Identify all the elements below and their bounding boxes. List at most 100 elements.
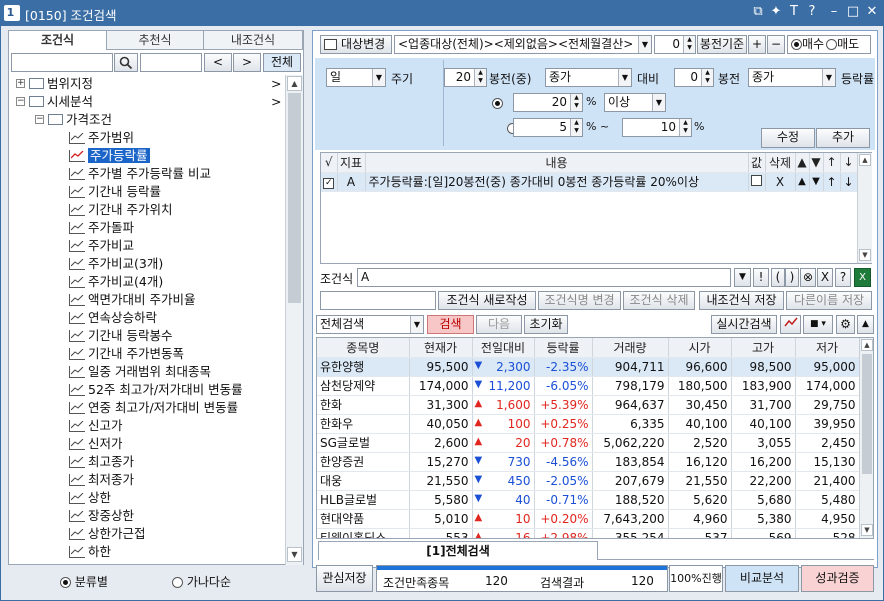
condition-combo[interactable]: 이상 ▼ bbox=[604, 93, 666, 112]
result-scrollbar[interactable]: ▲ ▼ bbox=[859, 338, 873, 538]
filter-input[interactable] bbox=[11, 53, 113, 72]
chevron-down-icon[interactable]: ▼ bbox=[822, 69, 835, 86]
chevron-down-icon[interactable]: ▼ bbox=[618, 69, 631, 86]
result-row[interactable]: 한화우 40,050 ▲ 100 +0.25% 6,335 40,100 40,100 39,9… bbox=[317, 414, 860, 434]
search-button[interactable]: 검색 bbox=[427, 315, 474, 334]
chart-icon[interactable] bbox=[780, 315, 801, 334]
tab-recommended[interactable]: 추천식 bbox=[107, 31, 204, 50]
tree-item[interactable]: 신고가 bbox=[69, 417, 123, 435]
field2-combo[interactable]: 종가 ▼ bbox=[748, 68, 836, 87]
minus-button[interactable]: − bbox=[767, 35, 785, 54]
xor-button[interactable]: ⊗ bbox=[800, 268, 816, 287]
stock-name[interactable]: 한화 bbox=[317, 395, 410, 415]
tree-item[interactable]: 기간내 등락률 bbox=[69, 183, 161, 201]
tree-item[interactable]: 상한가근접 bbox=[69, 525, 146, 543]
value-checkbox[interactable] bbox=[748, 172, 766, 192]
radio-category-icon[interactable] bbox=[60, 577, 71, 588]
condition-checkbox[interactable]: ✓ bbox=[321, 172, 338, 192]
stock-name[interactable]: 대웅 bbox=[317, 471, 410, 491]
performance-verify-button[interactable]: 성과검증 bbox=[801, 565, 874, 592]
stock-name[interactable]: 현대약품 bbox=[317, 509, 410, 529]
scroll-thumb[interactable] bbox=[862, 354, 872, 474]
rename-condition-button[interactable]: 조건식명 변경 bbox=[538, 291, 621, 310]
base-candle-spin[interactable]: 0 ▲ ▼ bbox=[654, 35, 696, 54]
compare-analysis-button[interactable]: 비교분석 bbox=[725, 565, 799, 592]
tree-folder[interactable]: 가격조건 bbox=[48, 111, 112, 129]
scroll-up-icon[interactable]: ▲ bbox=[861, 339, 873, 351]
spin-arrows-icon[interactable]: ▲ ▼ bbox=[474, 69, 486, 86]
n1-spin[interactable]: 20 ▲ ▼ bbox=[444, 68, 487, 87]
result-row[interactable]: 대웅 21,550 ▼ 450 -2.05% 207,679 21,550 22,200 21,… bbox=[317, 471, 860, 491]
tree-item[interactable]: 일중 거래범위 최대종목 bbox=[69, 363, 211, 381]
menu-dropdown-icon[interactable]: ■ ▾ bbox=[803, 315, 833, 334]
tree-folder[interactable]: 범위지정 bbox=[29, 75, 93, 93]
stock-name[interactable]: 유한양행 bbox=[317, 357, 410, 377]
font-icon[interactable]: T bbox=[786, 4, 802, 19]
chevron-down-icon[interactable]: ▼ bbox=[652, 94, 665, 111]
result-col-header[interactable]: 시가 bbox=[668, 338, 732, 358]
minimize-icon[interactable]: – bbox=[826, 4, 842, 19]
excel-icon[interactable]: X bbox=[854, 268, 871, 287]
maximize-icon[interactable]: □ bbox=[845, 4, 861, 19]
result-col-header[interactable]: 종목명 bbox=[317, 338, 410, 358]
search-scope-combo[interactable]: 전체검색 ▼ bbox=[316, 315, 424, 334]
result-col-header[interactable]: 저가 bbox=[795, 338, 860, 358]
formula-help-button[interactable]: ? bbox=[835, 268, 851, 287]
v3-spin[interactable]: 10 ▲ ▼ bbox=[622, 118, 692, 137]
close-icon[interactable]: ✕ bbox=[864, 4, 880, 19]
scroll-down-icon[interactable]: ▼ bbox=[859, 249, 871, 261]
pin-icon[interactable]: ✦ bbox=[768, 4, 784, 19]
chevron-down-icon[interactable]: ▼ bbox=[638, 36, 651, 53]
settings-icon[interactable]: ⚙ bbox=[836, 315, 855, 334]
move-bottom-icon[interactable]: ↓ bbox=[840, 172, 858, 192]
period-combo[interactable]: 일 ▼ bbox=[326, 68, 386, 87]
save-favorites-button[interactable]: 관심저장 bbox=[316, 565, 373, 592]
tree-item[interactable]: 주가범위 bbox=[69, 129, 134, 147]
stock-name[interactable]: SG글로벌 bbox=[317, 433, 410, 453]
scroll-thumb[interactable] bbox=[288, 93, 301, 303]
chevron-down-icon[interactable]: ▼ bbox=[410, 316, 423, 333]
modify-button[interactable]: 수정 bbox=[761, 128, 815, 148]
n2-spin[interactable]: 0 ▲ ▼ bbox=[674, 68, 714, 87]
option-above-radio-icon[interactable] bbox=[492, 98, 503, 109]
help-icon[interactable]: ? bbox=[804, 4, 820, 19]
stock-name[interactable]: 한화우 bbox=[317, 414, 410, 434]
move-top-icon[interactable]: ↑ bbox=[823, 172, 841, 192]
spin-arrows-icon[interactable]: ▲ ▼ bbox=[683, 36, 695, 53]
tree-item[interactable]: 상한 bbox=[69, 489, 111, 507]
not-button[interactable]: ! bbox=[753, 268, 769, 287]
result-row[interactable]: 한양증권 15,270 ▼ 730 -4.56% 183,854 16,120 16,200 1… bbox=[317, 452, 860, 472]
target-combo[interactable]: <업종대상(전체)><제외없음><전체월결산> ▼ bbox=[394, 35, 652, 54]
v1-spin[interactable]: 20 ▲ ▼ bbox=[513, 93, 583, 112]
tree-scrollbar[interactable]: ▲ ▼ bbox=[285, 75, 303, 565]
stock-name[interactable]: 티웨이홀딩스 bbox=[317, 528, 410, 538]
next-result-button[interactable]: 다음 bbox=[476, 315, 522, 334]
result-col-header[interactable]: 거래량 bbox=[592, 338, 669, 358]
plus-button[interactable]: + bbox=[748, 35, 766, 54]
tree-item[interactable]: 장중상한 bbox=[69, 507, 134, 525]
v2-spin[interactable]: 5 ▲ ▼ bbox=[513, 118, 583, 137]
spin-arrows-icon[interactable]: ▲ ▼ bbox=[679, 119, 691, 136]
result-row[interactable]: SG글로벌 2,600 ▲ 20 +0.78% 5,062,220 2,520 3,055 2,… bbox=[317, 433, 860, 453]
tree-item[interactable]: 액면가대비 주가비율 bbox=[69, 291, 195, 309]
target-change-button[interactable]: 대상변경 bbox=[320, 35, 392, 54]
tree-item[interactable]: 최고종가 bbox=[69, 453, 134, 471]
tree-item[interactable]: 주가등락률 bbox=[69, 147, 150, 165]
delete-condition-button[interactable]: X bbox=[765, 172, 796, 192]
close-paren-button[interactable]: ) bbox=[785, 268, 799, 287]
move-up-icon[interactable]: ▲ bbox=[795, 172, 810, 192]
search-text-input[interactable] bbox=[140, 53, 202, 72]
submenu-arrow-icon[interactable]: > bbox=[271, 75, 281, 93]
stock-name[interactable]: 한양증권 bbox=[317, 452, 410, 472]
chevron-down-icon[interactable]: ▼ bbox=[372, 69, 385, 86]
collapse-icon[interactable]: ▲ bbox=[857, 315, 874, 334]
save-my-condition-button[interactable]: 내조건식 저장 bbox=[699, 291, 784, 310]
result-row[interactable]: HLB글로벌 5,580 ▼ 40 -0.71% 188,520 5,620 5,680 5,4… bbox=[317, 490, 860, 510]
sort-by-alpha[interactable]: 가나다순 bbox=[172, 574, 231, 590]
next-button[interactable]: > bbox=[233, 53, 261, 72]
tree-item[interactable]: 주가돌파 bbox=[69, 219, 134, 237]
result-tab[interactable]: [1]전체검색 bbox=[318, 541, 598, 560]
buy-radio-icon[interactable] bbox=[791, 39, 802, 50]
radio-alpha-icon[interactable] bbox=[172, 577, 183, 588]
formula-dropdown-button[interactable]: ▼ bbox=[734, 268, 751, 287]
